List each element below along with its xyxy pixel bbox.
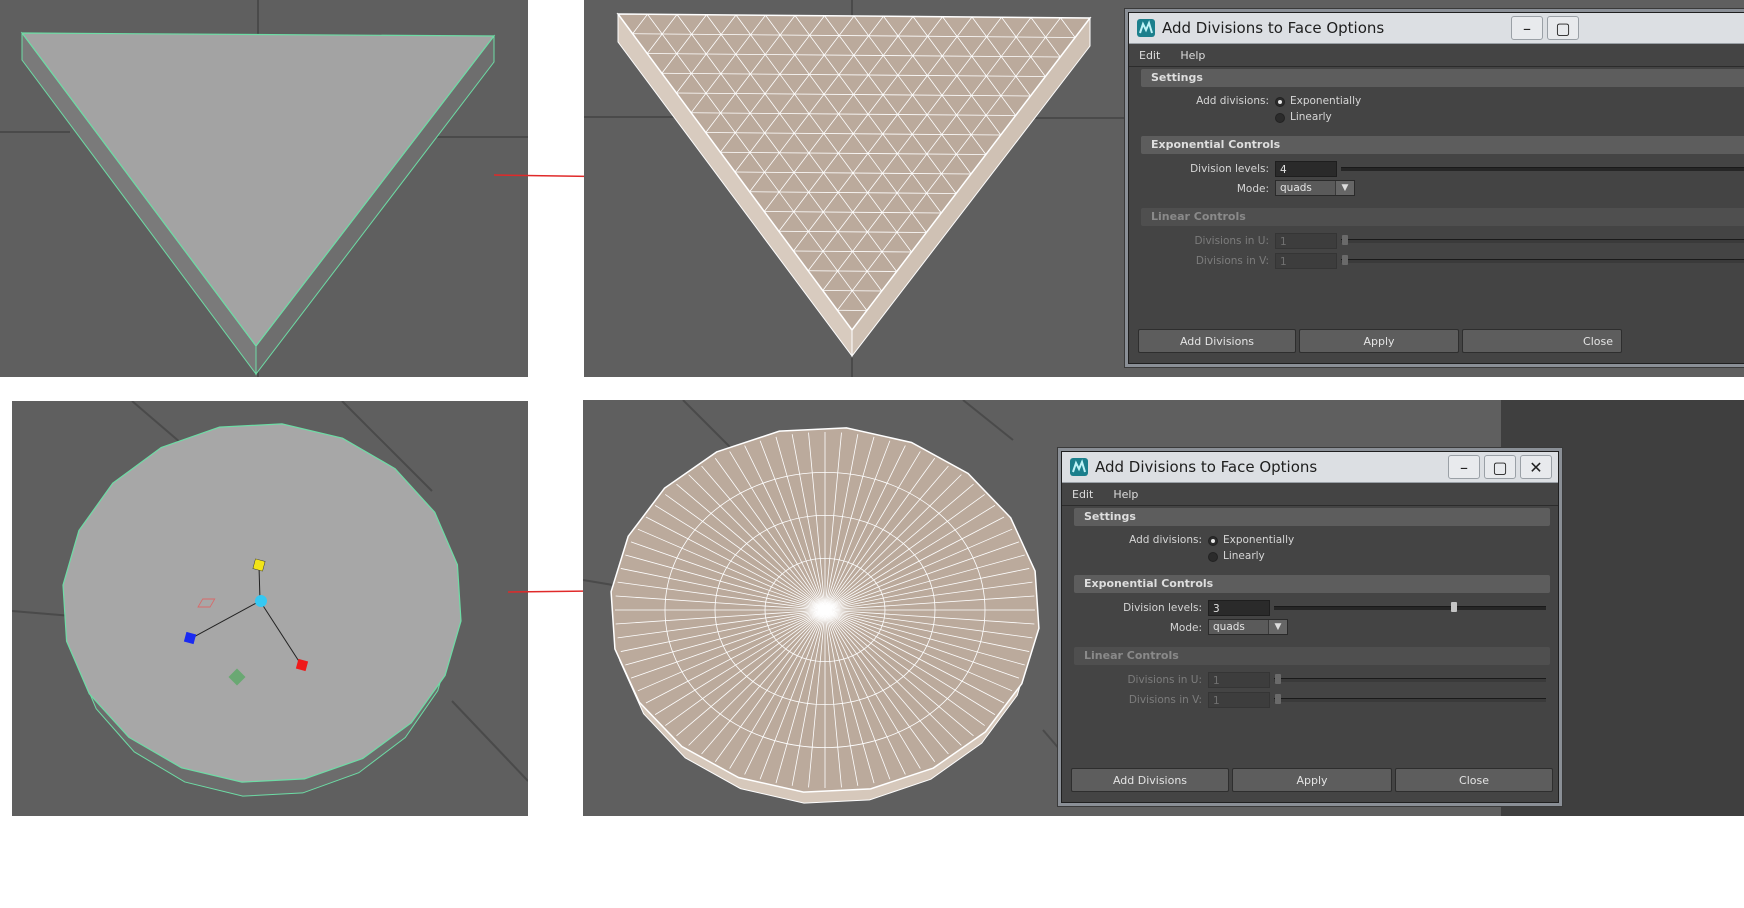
division-levels-input[interactable]: 3 (1208, 600, 1270, 616)
dialog-title: Add Divisions to Face Options (1095, 458, 1318, 476)
divisions-u-slider[interactable] (1274, 678, 1546, 682)
mode-value: quads (1280, 182, 1312, 194)
divisions-v-label: Divisions in V: (1195, 255, 1269, 267)
close-button[interactable]: Close (1395, 768, 1553, 792)
menu-help[interactable]: Help (1103, 488, 1148, 501)
maya-app-icon (1137, 19, 1155, 37)
divisions-v-slider-handle[interactable] (1342, 255, 1348, 265)
radio-exponentially-label: Exponentially (1223, 534, 1295, 546)
linear-controls-header[interactable]: Linear Controls (1074, 647, 1550, 665)
divisions-u-slider-handle[interactable] (1342, 235, 1348, 245)
dialog-add-divisions-top[interactable]: Add Divisions to Face Options – ▢ Edit H… (1128, 12, 1744, 364)
divisions-v-input[interactable]: 1 (1275, 253, 1337, 269)
division-levels-label: Division levels: (1123, 602, 1202, 614)
radio-exponentially-label: Exponentially (1290, 95, 1362, 107)
minimize-icon[interactable]: – (1448, 455, 1480, 479)
radio-linearly[interactable] (1208, 552, 1218, 562)
close-icon[interactable]: ✕ (1520, 455, 1552, 479)
maximize-icon[interactable]: ▢ (1547, 16, 1579, 40)
mode-dropdown[interactable]: quads ▼ (1275, 180, 1355, 196)
dialog-title: Add Divisions to Face Options (1162, 19, 1385, 37)
minimize-icon[interactable]: – (1511, 16, 1543, 40)
triangle-prism-mesh (0, 0, 528, 377)
chevron-down-icon: ▼ (1268, 620, 1287, 634)
chevron-down-icon: ▼ (1335, 181, 1354, 195)
mode-value: quads (1213, 621, 1245, 633)
add-divisions-label: Add divisions: (1196, 95, 1269, 107)
menu-help[interactable]: Help (1170, 49, 1215, 62)
dialog-titlebar[interactable]: Add Divisions to Face Options – ▢ (1129, 13, 1744, 44)
close-button[interactable]: Close (1462, 329, 1622, 353)
radio-linearly-label: Linearly (1290, 111, 1332, 123)
divisions-u-input[interactable]: 1 (1275, 233, 1337, 249)
radio-exponentially[interactable] (1275, 97, 1285, 107)
radio-linearly-label: Linearly (1223, 550, 1265, 562)
menu-edit[interactable]: Edit (1129, 49, 1170, 62)
viewport-triangle-original[interactable] (0, 0, 528, 377)
divisions-v-label: Divisions in V: (1128, 694, 1202, 706)
exponential-controls-header[interactable]: Exponential Controls (1141, 136, 1744, 154)
divisions-u-label: Divisions in U: (1127, 674, 1202, 686)
divisions-u-slider[interactable] (1341, 239, 1744, 243)
dialog-menubar: Edit Help (1062, 483, 1558, 506)
settings-header[interactable]: Settings (1074, 508, 1550, 526)
divisions-u-label: Divisions in U: (1194, 235, 1269, 247)
exponential-controls-header[interactable]: Exponential Controls (1074, 575, 1550, 593)
dialog-add-divisions-bottom[interactable]: Add Divisions to Face Options – ▢ ✕ Edit… (1061, 451, 1559, 803)
add-divisions-label: Add divisions: (1129, 534, 1202, 546)
menu-edit[interactable]: Edit (1062, 488, 1103, 501)
linear-controls-header[interactable]: Linear Controls (1141, 208, 1744, 226)
dialog-menubar: Edit Help (1129, 44, 1744, 67)
viewport-cylinder-original[interactable] (12, 401, 528, 816)
divisions-v-slider[interactable] (1341, 259, 1744, 263)
apply-button[interactable]: Apply (1299, 329, 1459, 353)
maya-app-icon (1070, 458, 1088, 476)
division-levels-slider[interactable] (1341, 167, 1744, 171)
divisions-u-slider-handle[interactable] (1275, 674, 1281, 684)
apply-button[interactable]: Apply (1232, 768, 1392, 792)
add-divisions-button[interactable]: Add Divisions (1071, 768, 1229, 792)
triangle-subdivided-mesh (584, 0, 1144, 377)
divisions-v-slider[interactable] (1274, 698, 1546, 702)
division-levels-slider[interactable] (1274, 606, 1546, 610)
divisions-v-slider-handle[interactable] (1275, 694, 1281, 704)
mode-label: Mode: (1169, 622, 1202, 634)
maximize-icon[interactable]: ▢ (1484, 455, 1516, 479)
divisions-u-input[interactable]: 1 (1208, 672, 1270, 688)
add-divisions-button[interactable]: Add Divisions (1138, 329, 1296, 353)
settings-header[interactable]: Settings (1141, 69, 1744, 87)
mode-label: Mode: (1236, 183, 1269, 195)
mode-dropdown[interactable]: quads ▼ (1208, 619, 1288, 635)
dialog-titlebar[interactable]: Add Divisions to Face Options – ▢ ✕ (1062, 452, 1558, 483)
division-levels-label: Division levels: (1190, 163, 1269, 175)
division-levels-input[interactable]: 4 (1275, 161, 1337, 177)
divisions-v-input[interactable]: 1 (1208, 692, 1270, 708)
radio-linearly[interactable] (1275, 113, 1285, 123)
cylinder-mesh (12, 401, 528, 797)
radio-exponentially[interactable] (1208, 536, 1218, 546)
division-levels-slider-handle[interactable] (1451, 602, 1457, 612)
